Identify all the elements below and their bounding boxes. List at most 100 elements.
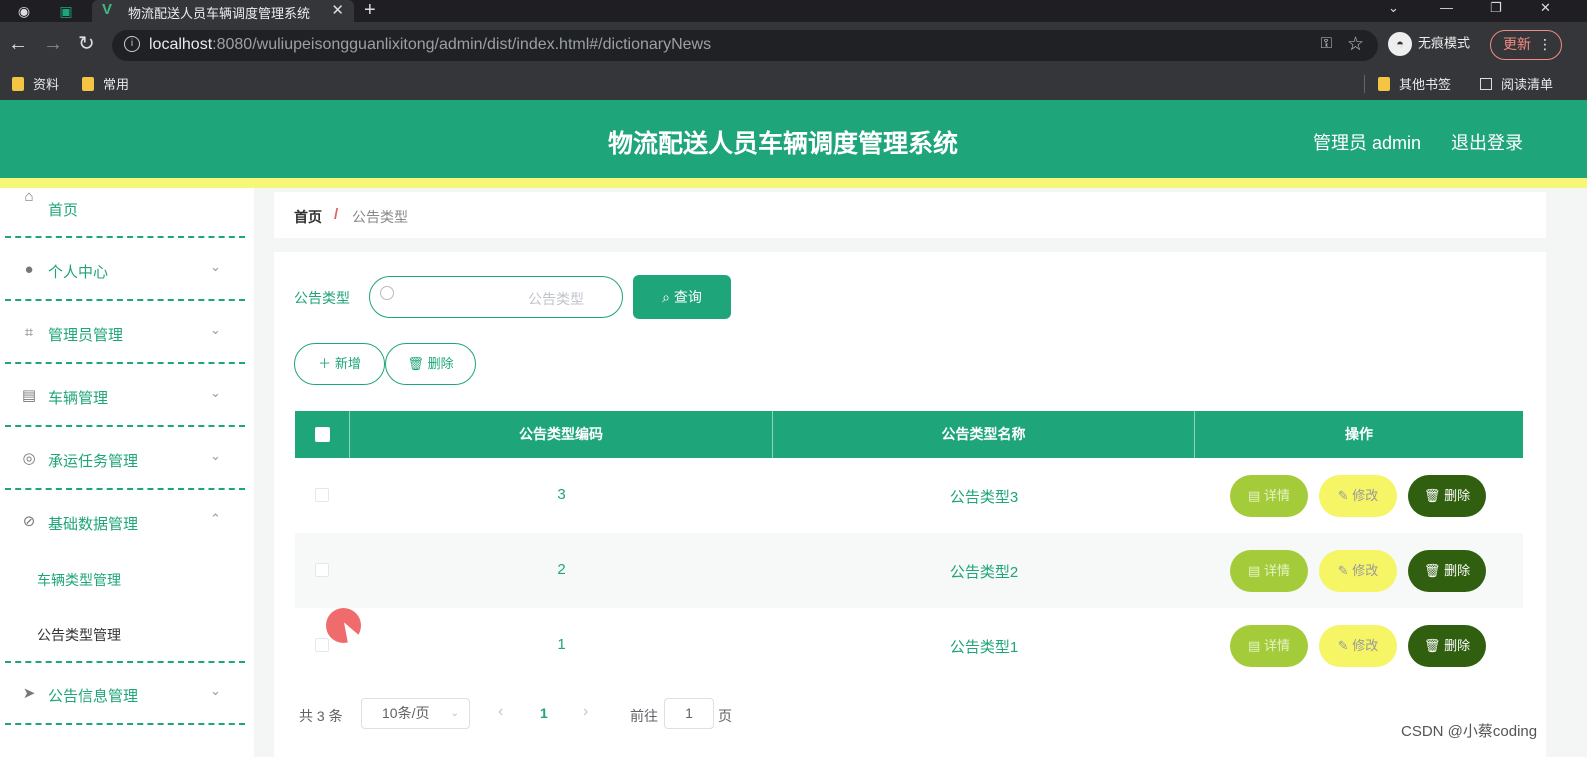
current-user: 管理员 admin [1313,133,1422,153]
row-checkbox[interactable] [315,563,329,577]
plus-icon: ＋ [318,356,332,371]
edit-button[interactable]: ✎ 修改 [1319,625,1397,667]
page-number[interactable]: 1 [540,705,548,721]
bookmark-folder[interactable]: 常用 [82,74,129,93]
minimize-icon[interactable]: — [1440,0,1453,15]
sidebar-item-profile[interactable]: ● 个人中心 ⌄ [0,250,254,290]
add-button[interactable]: ＋ 新增 [294,343,385,385]
bookmark-folder[interactable]: 资料 [12,74,59,93]
chevron-down-icon: ⌄ [210,448,221,463]
reading-list[interactable]: 阅读清单 [1480,74,1553,93]
delete-button[interactable]: 🗑 删除 [385,343,476,385]
search-placeholder: 公告类型 [528,291,584,307]
select-all-cell [295,411,350,458]
search-icon: ⌕ [662,289,670,305]
breadcrumb-home[interactable]: 首页 [294,207,322,227]
detail-button[interactable]: ▤ 详情 [1230,550,1308,592]
update-button[interactable]: 更新 ⋮ [1490,30,1562,60]
chevron-up-icon: ⌃ [210,511,221,526]
column-header: 操作 [1345,426,1373,442]
sidebar-item-basedata[interactable]: ⊘ 基础数据管理 ⌃ [0,502,254,542]
submenu-item-notice-types[interactable]: 公告类型管理 [37,625,121,645]
info-icon[interactable]: i [124,36,140,52]
trash-icon: 🗑 [1423,488,1441,503]
search-input[interactable]: 公告类型 [369,276,623,318]
pagination-total: 共 3 条 [299,708,343,724]
sidebar-item-vehicles[interactable]: ▤ 车辆管理 ⌄ [0,376,254,416]
reload-icon[interactable]: ↻ [78,32,95,56]
main-content: 公告类型 公告类型 ⌕ 查询 ＋ 新增 🗑 删除 公告类型编码 公告类型名称 操… [274,252,1546,757]
active-tab[interactable]: V 物流配送人员车辆调度管理系统 ✕ [92,0,354,22]
row-delete-button[interactable]: 🗑 删除 [1408,625,1486,667]
divider [5,236,245,238]
sidebar-item-tasks[interactable]: ◎ 承运任务管理 ⌄ [0,439,254,479]
chevron-down-icon[interactable]: ⌄ [1388,0,1399,16]
breadcrumb-current: 公告类型 [352,209,408,225]
key-icon[interactable]: ⚿ [1321,35,1332,52]
close-icon[interactable]: ✕ [331,1,344,19]
query-button[interactable]: ⌕ 查询 [633,275,731,319]
detail-button[interactable]: ▤ 详情 [1230,625,1308,667]
url-input[interactable]: i localhost:8080/wuliupeisongguanlixiton… [112,30,1378,61]
globe-icon[interactable]: ◉ [14,1,34,21]
new-tab-icon[interactable]: + [364,0,376,22]
divider [5,723,245,725]
submenu-item-vehicle-types[interactable]: 车辆类型管理 [37,570,121,590]
divider [1364,75,1365,93]
sidebar-item-admins[interactable]: ⌗ 管理员管理 ⌄ [0,313,254,353]
folder-icon [12,77,24,91]
chevron-down-icon: ⌄ [210,259,221,274]
row-delete-button[interactable]: 🗑 删除 [1408,550,1486,592]
clipboard-icon: ▤ [21,387,37,404]
app-header: 物流配送人员车辆调度管理系统 管理员 admin 退出登录 [0,100,1587,178]
divider [5,362,245,364]
divider [5,661,245,663]
column-header[interactable]: 公告类型名称 [773,411,1195,458]
goto-suffix: 页 [718,708,732,724]
search-label: 公告类型 [294,290,350,306]
chevron-down-icon: ⌄ [210,385,221,400]
column-header[interactable]: 公告类型编码 [350,411,773,458]
table-header: 公告类型编码 公告类型名称 操作 [295,411,1523,458]
logout-link[interactable]: 退出登录 [1451,129,1523,155]
sidebar-item-notices[interactable]: ➤ 公告信息管理 ⌄ [0,674,254,714]
page-size-select[interactable]: 10条/页 ⌄ [361,698,470,729]
search-icon [380,286,394,300]
edit-button[interactable]: ✎ 修改 [1319,550,1397,592]
crop-icon: ⌗ [24,324,34,341]
breadcrumb-separator: / [334,206,339,223]
chevron-down-icon: ⌄ [450,708,459,719]
edit-button[interactable]: ✎ 修改 [1319,475,1397,517]
type-code: 3 [557,486,566,503]
restore-icon[interactable]: ❐ [1490,0,1502,16]
browser-tab-bar: ◉ ▣ V 物流配送人员车辆调度管理系统 ✕ + ⌄ — ❐ ✕ [0,0,1587,22]
star-icon[interactable]: ☆ [1347,33,1364,56]
row-delete-button[interactable]: 🗑 删除 [1408,475,1486,517]
goto-page-input[interactable]: 1 [664,698,714,729]
trash-icon: 🗑 [1423,563,1441,578]
incognito-indicator[interactable]: ◓ 无痕模式 [1388,32,1470,56]
window-close-icon[interactable]: ✕ [1540,0,1551,16]
tab-title: 物流配送人员车辆调度管理系统 [128,6,311,21]
type-name: 公告类型2 [949,564,1019,581]
forward-icon[interactable]: → [43,32,63,56]
document-icon: ▤ [1248,563,1261,578]
incognito-icon: ◓ [1388,32,1412,56]
back-icon[interactable]: ← [8,32,28,56]
chevron-right-icon[interactable]: › [583,703,588,721]
sidebar-item-home[interactable]: ⌂ 首页 [0,188,254,228]
row-checkbox[interactable] [315,638,329,652]
header-stripe [0,178,1587,188]
chevron-left-icon[interactable]: ‹ [498,703,503,721]
sheet-icon[interactable]: ▣ [56,1,76,21]
divider [5,488,245,490]
address-bar-row: ← → ↻ i localhost:8080/wuliupeisongguanl… [0,22,1587,68]
menu-dots-icon[interactable]: ⋮ [1538,31,1552,58]
table-row: 1 公告类型1 ▤ 详情 ✎ 修改 🗑 删除 [295,608,1523,683]
home-icon: ⌂ [24,188,34,205]
send-icon: ➤ [22,685,36,702]
bookmark-folder-other[interactable]: 其他书签 [1378,74,1451,93]
select-all-checkbox[interactable] [315,427,330,442]
detail-button[interactable]: ▤ 详情 [1230,475,1308,517]
row-checkbox[interactable] [315,488,329,502]
